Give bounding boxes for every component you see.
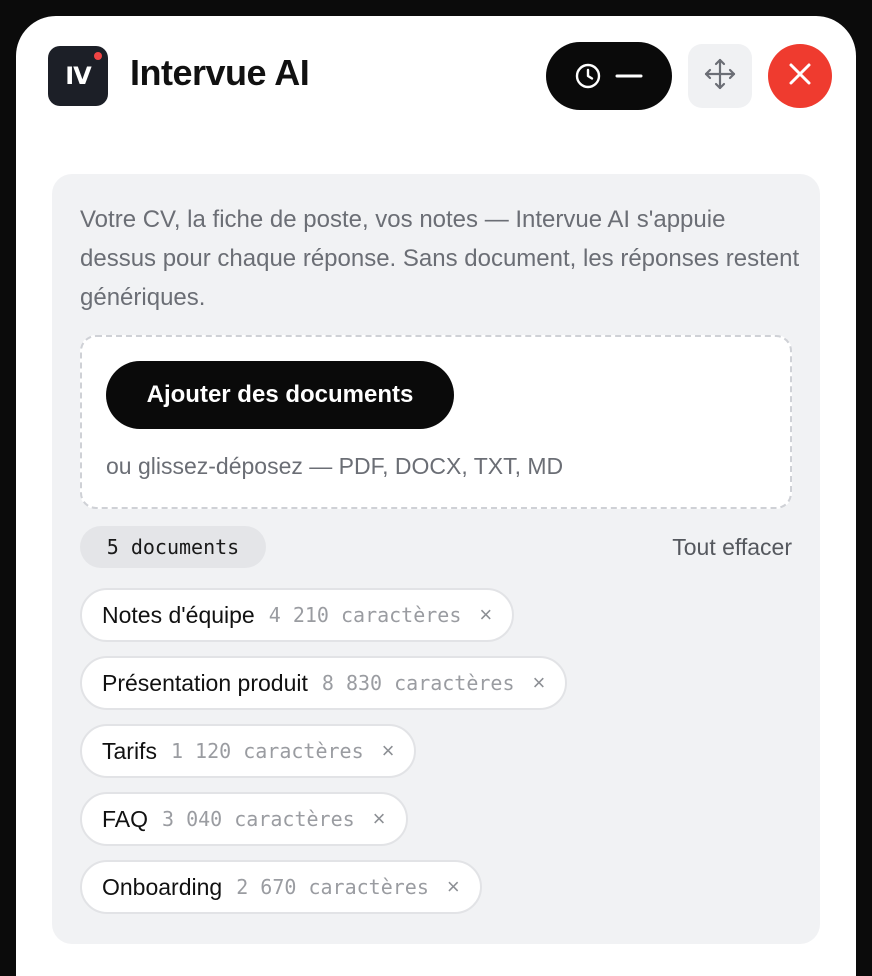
timer-minimize-control[interactable] — [546, 42, 672, 110]
move-button[interactable] — [688, 44, 752, 108]
remove-icon[interactable]: × — [479, 604, 492, 626]
document-size: 3 040 caractères — [162, 807, 355, 831]
documents-panel: Votre CV, la fiche de poste, vos notes —… — [52, 174, 820, 944]
clear-all-button[interactable]: Tout effacer — [672, 534, 792, 561]
move-icon — [703, 57, 737, 96]
remove-icon[interactable]: × — [533, 672, 546, 694]
app-window: IV Intervue AI Votre CV, la fiche de pos… — [16, 16, 856, 976]
document-name: FAQ — [102, 805, 149, 832]
document-chip: Tarifs 1 120 caractères × — [80, 724, 417, 778]
app-title: Intervue AI — [130, 52, 310, 93]
intro-text: Votre CV, la fiche de poste, vos notes —… — [80, 206, 800, 311]
clock-icon[interactable] — [575, 63, 601, 89]
logo-status-dot — [94, 52, 102, 60]
close-button[interactable] — [768, 44, 832, 108]
app-logo: IV — [48, 46, 108, 106]
upload-dropzone[interactable]: Ajouter des documents ou glissez-déposez… — [80, 335, 792, 509]
document-count-badge: 5 documents — [80, 526, 266, 568]
add-documents-button[interactable]: Ajouter des documents — [106, 361, 454, 429]
document-size: 1 120 caractères — [170, 739, 364, 763]
document-list: Notes d'équipe 4 210 caractères × Présen… — [80, 588, 568, 928]
document-name: Notes d'équipe — [102, 601, 255, 628]
logo-text: IV — [65, 62, 91, 90]
document-chip: Onboarding 2 670 caractères × — [80, 860, 482, 914]
remove-icon[interactable]: × — [373, 808, 386, 830]
minus-icon[interactable] — [615, 63, 643, 89]
document-chip: Présentation produit 8 830 caractères × — [80, 656, 568, 710]
document-chip: FAQ 3 040 caractères × — [80, 792, 408, 846]
remove-icon[interactable]: × — [382, 740, 395, 762]
document-name: Tarifs — [102, 737, 157, 764]
dropzone-hint: ou glissez-déposez — PDF, DOCX, TXT, MD — [106, 453, 564, 479]
remove-icon[interactable]: × — [447, 876, 460, 898]
close-icon — [787, 61, 813, 92]
document-size: 8 830 caractères — [321, 671, 515, 695]
document-size: 2 670 caractères — [236, 875, 429, 899]
document-size: 4 210 caractères — [268, 603, 462, 627]
document-name: Onboarding — [102, 873, 223, 900]
document-chip: Notes d'équipe 4 210 caractères × — [80, 588, 515, 642]
document-name: Présentation produit — [102, 669, 308, 696]
